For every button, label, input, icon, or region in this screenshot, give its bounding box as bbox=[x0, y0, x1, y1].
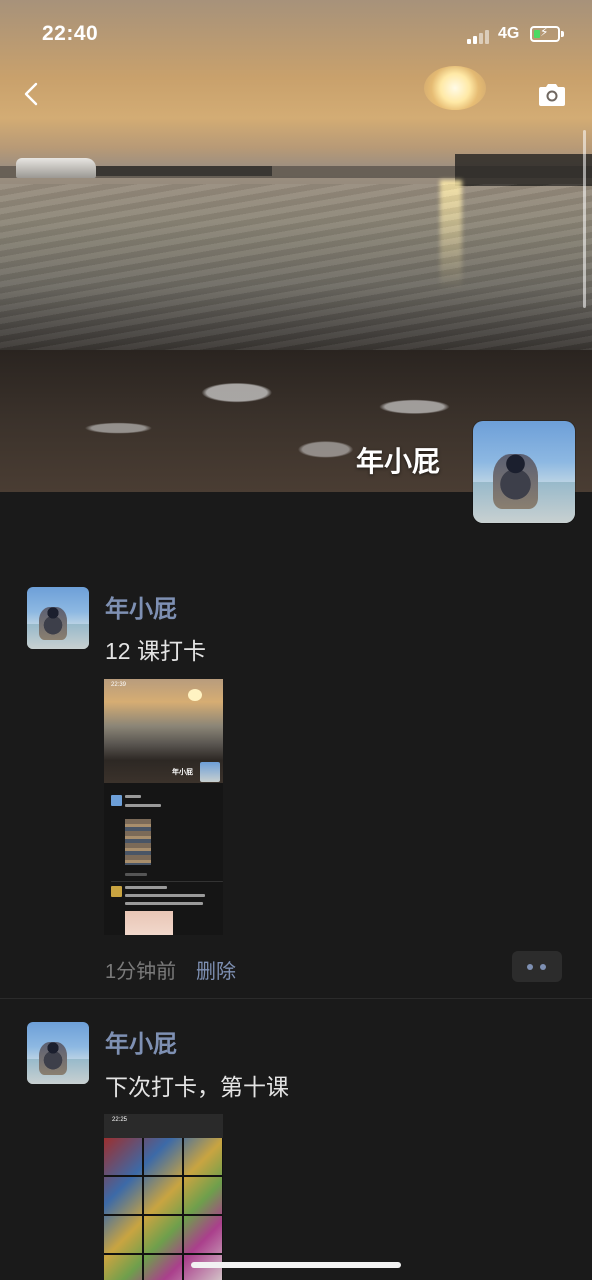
profile-avatar[interactable] bbox=[473, 421, 575, 523]
home-indicator[interactable] bbox=[191, 1262, 401, 1268]
post-author[interactable]: 年小屁 bbox=[105, 1024, 177, 1059]
avatar-child bbox=[493, 453, 539, 509]
post-image[interactable]: 22:25 bbox=[104, 1114, 223, 1280]
mini-thumbnail bbox=[125, 819, 151, 865]
avatar[interactable] bbox=[27, 1022, 89, 1084]
status-bar: 22:40 4G ⚡ bbox=[0, 0, 592, 70]
mini-line bbox=[125, 795, 141, 798]
mini-line bbox=[125, 886, 167, 889]
camera-icon[interactable] bbox=[537, 82, 567, 108]
status-time: 22:40 bbox=[42, 22, 99, 45]
mini-line bbox=[125, 873, 147, 876]
avatar-child bbox=[39, 1041, 67, 1076]
mini-cover: 22:39 年小屁 bbox=[104, 679, 223, 783]
avatar-image bbox=[27, 587, 89, 649]
mini-divider bbox=[111, 881, 223, 882]
dot-icon bbox=[540, 964, 546, 970]
pier bbox=[96, 166, 272, 176]
mini-photo-grid bbox=[104, 1138, 223, 1280]
battery-tip bbox=[561, 31, 564, 37]
ship bbox=[16, 158, 96, 178]
divider bbox=[0, 998, 592, 999]
mini-sun bbox=[188, 689, 202, 701]
mini-line bbox=[125, 804, 161, 807]
mini-line bbox=[125, 902, 203, 905]
battery-icon: ⚡ bbox=[530, 25, 560, 42]
mini-time: 22:25 bbox=[112, 1117, 128, 1123]
mini-photo bbox=[125, 911, 173, 935]
avatar-child bbox=[39, 606, 67, 641]
charging-icon: ⚡ bbox=[540, 25, 549, 39]
post-text: 下次打卡，第十课 bbox=[105, 1074, 289, 1100]
mini-profile-name: 年小屁 bbox=[172, 769, 193, 776]
avatar-image bbox=[473, 421, 575, 523]
ice-water bbox=[0, 184, 592, 354]
profile-name[interactable]: 年小屁 bbox=[300, 440, 440, 480]
mini-time: 22:39 bbox=[111, 682, 127, 688]
dot-icon bbox=[527, 964, 533, 970]
network-type: 4G bbox=[498, 25, 520, 42]
mini-feed bbox=[104, 783, 223, 935]
post-author[interactable]: 年小屁 bbox=[105, 589, 177, 624]
more-button[interactable] bbox=[512, 951, 562, 982]
avatar[interactable] bbox=[27, 587, 89, 649]
mini-avatar bbox=[200, 762, 220, 782]
city-skyline bbox=[455, 154, 592, 186]
scrollbar[interactable] bbox=[583, 130, 586, 308]
post-time: 1分钟前 bbox=[105, 961, 177, 983]
post-image[interactable]: 22:39 年小屁 bbox=[104, 679, 223, 935]
post-text: 12 课打卡 bbox=[105, 638, 206, 664]
chevron-left-icon[interactable] bbox=[20, 82, 44, 106]
sun bbox=[424, 66, 486, 110]
mini-line bbox=[125, 894, 205, 897]
signal-icon bbox=[467, 28, 493, 44]
avatar-image bbox=[27, 1022, 89, 1084]
mini-avatar-small bbox=[111, 795, 122, 806]
cover-photo[interactable] bbox=[0, 0, 592, 492]
mini-header: 22:25 bbox=[104, 1114, 223, 1138]
delete-link[interactable]: 删除 bbox=[196, 955, 236, 984]
mini-avatar-small bbox=[111, 886, 122, 897]
